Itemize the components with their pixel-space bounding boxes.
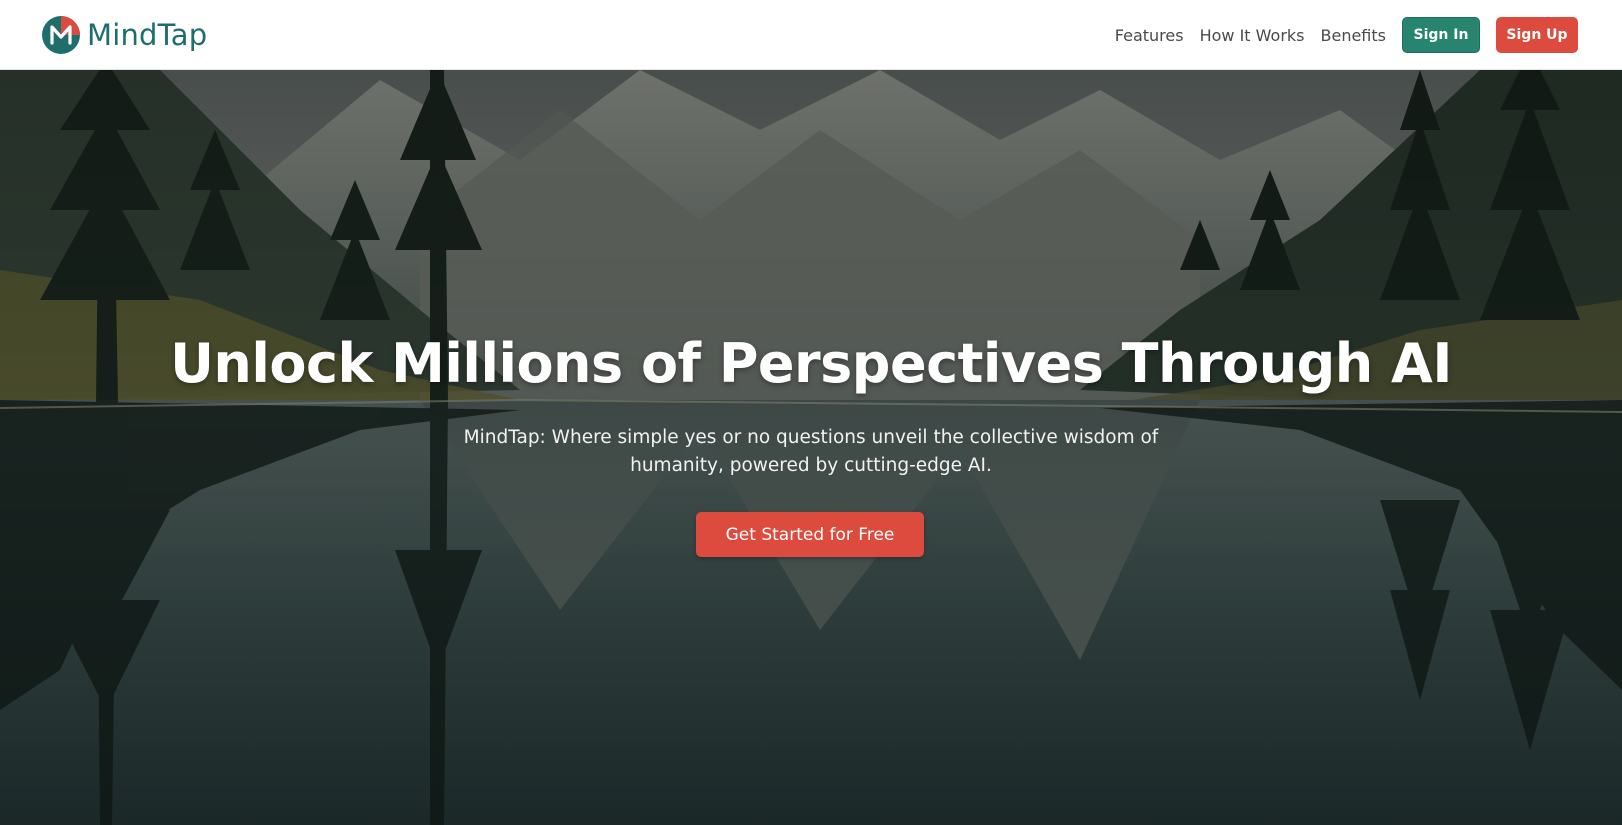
sign-up-button[interactable]: Sign Up xyxy=(1496,17,1578,53)
primary-nav: Features How It Works Benefits Sign In S… xyxy=(1115,0,1622,70)
brand-name: MindTap xyxy=(87,18,208,52)
brand-logo-link[interactable]: MindTap xyxy=(41,15,207,55)
mindtap-logo-icon xyxy=(42,16,80,54)
nav-link-how-it-works[interactable]: How It Works xyxy=(1200,26,1305,45)
get-started-button[interactable]: Get Started for Free xyxy=(696,512,924,557)
nav-link-benefits[interactable]: Benefits xyxy=(1321,26,1387,45)
sign-in-button[interactable]: Sign In xyxy=(1402,17,1480,53)
top-navigation-bar: MindTap Features How It Works Benefits S… xyxy=(0,0,1622,70)
hero-subtitle: MindTap: Where simple yes or no question… xyxy=(463,427,1159,476)
hero-section: Unlock Millions of Perspectives Through … xyxy=(0,70,1622,825)
hero-content: Unlock Millions of Perspectives Through … xyxy=(0,70,1622,825)
hero-title: Unlock Millions of Perspectives Through … xyxy=(170,332,1452,395)
nav-link-features[interactable]: Features xyxy=(1115,26,1184,45)
